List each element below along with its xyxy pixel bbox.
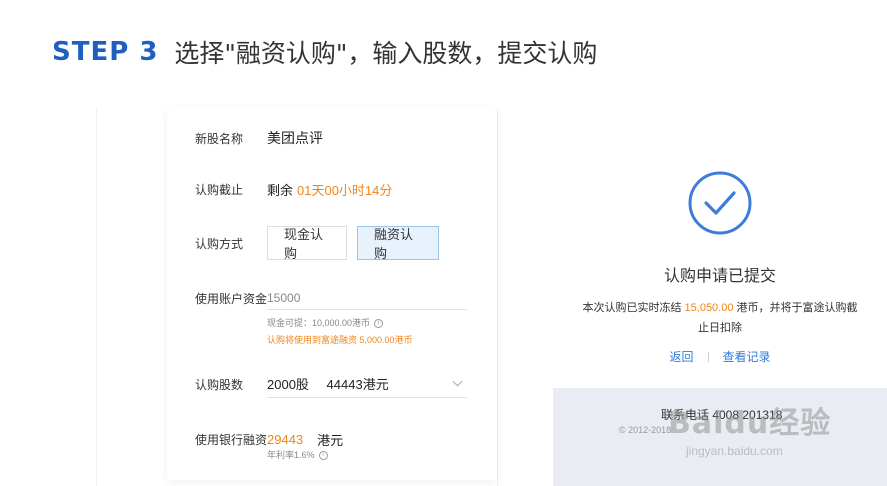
subscription-form: 新股名称 美团点评 认购截止 剩余 01天00小时14分 认购方式 现金认购 融… — [167, 108, 497, 480]
rate-text: 年利率1.6% — [267, 450, 315, 460]
deadline-row: 认购截止 剩余 01天00小时14分 — [195, 180, 392, 199]
desc-prefix: 本次认购已实时冻结 — [582, 302, 682, 314]
watermark: Baidu经验 jingyan.baidu.com — [668, 398, 831, 458]
info-icon[interactable]: i — [318, 451, 328, 461]
success-description: 本次认购已实时冻结 15,050.00 港币，并将于富途认购截止日扣除 — [579, 298, 861, 338]
account-funds-label: 使用账户资金 — [195, 291, 268, 306]
stock-name-row: 新股名称 美团点评 — [195, 128, 323, 148]
success-check-icon — [687, 170, 753, 241]
deadline-label: 认购截止 — [195, 183, 244, 197]
rate-hint: 年利率1.6% i — [267, 448, 328, 461]
header: STEP 3 选择"融资认购"，输入股数，提交认购 — [52, 34, 597, 70]
chevron-down-icon — [452, 376, 463, 387]
account-funds-input[interactable]: 15000 — [267, 286, 467, 310]
bank-financing-value[interactable]: 29443 — [267, 432, 303, 447]
success-title: 认购申请已提交 — [663, 268, 776, 285]
cash-available-text: 现金可提：10,000.00港币 — [267, 318, 371, 328]
account-funds-value: 15000 — [267, 290, 301, 305]
cash-subscribe-button[interactable]: 现金认购 — [267, 226, 347, 261]
bank-financing-row: 使用银行融资 29443 港元 — [195, 430, 343, 449]
copyright: © 2012-2018 — [619, 425, 672, 435]
result-links: 返回 查看记录 — [553, 348, 887, 365]
step-title: 选择"融资认购"，输入股数，提交认购 — [174, 39, 598, 68]
step-label: STEP 3 — [52, 37, 159, 67]
deadline-prefix: 剩余 — [267, 183, 294, 198]
info-icon[interactable]: i — [374, 319, 384, 329]
shares-label: 认购股数 — [195, 377, 244, 392]
financing-hint: 认购将使用到富途融资 5,000.00港币 — [267, 335, 413, 345]
watermark-url: jingyan.baidu.com — [686, 444, 783, 458]
method-label: 认购方式 — [195, 236, 244, 251]
cash-available-hint: 现金可提：10,000.00港币 i — [267, 316, 384, 329]
frozen-amount: 15,050.00 — [684, 302, 734, 314]
bank-financing-label: 使用银行融资 — [195, 433, 268, 447]
bank-financing-unit: 港元 — [317, 433, 344, 448]
watermark-logo: Baidu经验 — [668, 406, 832, 441]
link-divider — [707, 351, 709, 362]
shares-row: 认购股数 2000股 44443港元 — [195, 370, 467, 398]
stock-name-value: 美团点评 — [267, 130, 323, 146]
deadline-countdown: 01天00小时14分 — [297, 183, 393, 198]
stock-name-label: 新股名称 — [195, 131, 244, 146]
method-row: 认购方式 现金认购 融资认购 — [195, 226, 439, 261]
back-link[interactable]: 返回 — [669, 348, 693, 365]
shares-value: 2000股 — [267, 377, 309, 392]
financing-subscribe-button[interactable]: 融资认购 — [357, 226, 439, 261]
shares-amount: 44443港元 — [326, 377, 389, 392]
shares-select[interactable]: 2000股 44443港元 — [267, 370, 467, 398]
account-funds-row: 使用账户资金 15000 — [195, 286, 467, 310]
subscription-panel: 新股名称 美团点评 认购截止 剩余 01天00小时14分 认购方式 现金认购 融… — [96, 108, 498, 486]
view-records-link[interactable]: 查看记录 — [723, 348, 771, 365]
